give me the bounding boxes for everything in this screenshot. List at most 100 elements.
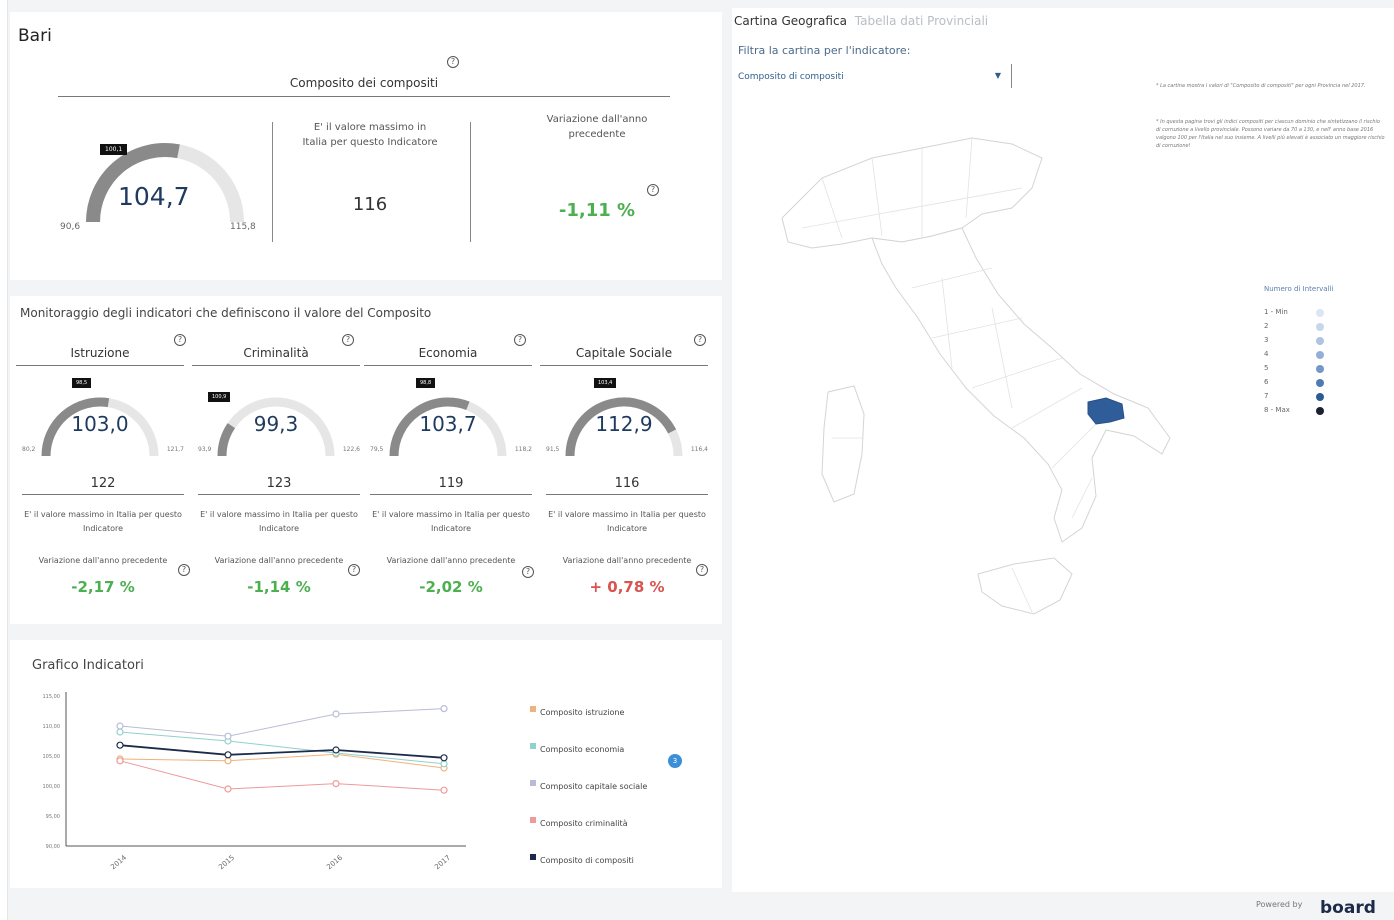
y-tick-label: 95,00 bbox=[46, 814, 60, 820]
interval-swatch bbox=[1316, 309, 1324, 317]
footer-brand-logo: board bbox=[1320, 898, 1376, 918]
variation-value: -2,02 % bbox=[419, 578, 483, 596]
gauge-max: 121,7 bbox=[166, 446, 184, 453]
view-tabs: Cartina Geografica Tabella dati Provinci… bbox=[734, 14, 992, 28]
map-note-1: * La cartina mostra i valori di "Composi… bbox=[1156, 83, 1366, 89]
gauge-value: 103,0 bbox=[71, 412, 129, 436]
gauge-min: 79,5 bbox=[370, 446, 384, 453]
gauge-value: 103,7 bbox=[419, 412, 477, 436]
interval-item: 6 bbox=[1264, 378, 1326, 388]
rank-value: 116 bbox=[352, 194, 388, 215]
legend-label: Composito capitale sociale bbox=[540, 782, 648, 791]
indicator-istruzione: Istruzione ? 98,5 103,0 80,2 121,7 122 E… bbox=[16, 328, 190, 618]
map-peninsula bbox=[871, 227, 1171, 543]
filter-label: Filtra la cartina per l'indicatore: bbox=[738, 44, 911, 57]
intervals-title: Numero di Intervalli bbox=[1264, 285, 1334, 293]
gauge-value: 104,7 bbox=[118, 182, 190, 211]
variation-value: -2,17 % bbox=[71, 578, 135, 596]
max-italy-desc: E' il valore massimo in Italia per quest… bbox=[372, 510, 530, 533]
legend-label: Composito criminalità bbox=[540, 819, 628, 828]
variation-label: Variazione dall'anno precedente bbox=[214, 556, 344, 565]
help-icon[interactable]: ? bbox=[178, 564, 190, 576]
interval-label: 7 bbox=[1264, 392, 1269, 400]
interval-swatch bbox=[1316, 365, 1324, 373]
interval-swatch bbox=[1316, 393, 1324, 401]
x-tick-label: 2014 bbox=[109, 853, 128, 871]
series-point bbox=[116, 757, 124, 765]
series-point bbox=[332, 779, 340, 788]
series-point bbox=[440, 760, 448, 768]
indicator-capitale-sociale: Capitale Sociale ? 103,4 112,9 91,5 116,… bbox=[540, 328, 708, 618]
gauge-min: 91,5 bbox=[546, 446, 560, 453]
gauge-value: 99,3 bbox=[253, 412, 299, 436]
tab-tabella-dati-provinciali[interactable]: Tabella dati Provinciali bbox=[855, 14, 988, 28]
map-sardinia bbox=[821, 385, 865, 503]
interval-label: 5 bbox=[1264, 364, 1269, 372]
variation-value: -1,14 % bbox=[247, 578, 311, 596]
rank-value: 123 bbox=[198, 476, 360, 495]
series-point bbox=[440, 754, 448, 762]
interval-label: 2 bbox=[1264, 322, 1269, 330]
interval-label: 8 - Max bbox=[1264, 406, 1290, 414]
gauge-min: 90,6 bbox=[60, 222, 81, 232]
max-italy-desc: E' il valore massimo in Italia per quest… bbox=[24, 510, 182, 533]
help-icon[interactable]: ? bbox=[348, 564, 360, 576]
interval-item: 8 - Max bbox=[1264, 406, 1326, 416]
legend-swatch bbox=[530, 817, 536, 823]
gauge-max: 122,6 bbox=[342, 446, 360, 453]
y-tick-label: 105,00 bbox=[43, 754, 61, 760]
max-italy-desc: E' il valore massimo in Italia per quest… bbox=[302, 122, 438, 148]
gauge-marker: 98,8 bbox=[416, 378, 436, 388]
interval-item: 7 bbox=[1264, 392, 1326, 402]
interval-label: 6 bbox=[1264, 378, 1269, 386]
variation-label: Variazione dall'anno precedente bbox=[386, 556, 516, 565]
legend-swatch bbox=[530, 780, 536, 786]
italy-map[interactable] bbox=[762, 118, 1182, 678]
series-line bbox=[119, 760, 445, 791]
help-icon[interactable]: ? bbox=[696, 564, 708, 576]
gauge-min: 80,2 bbox=[22, 446, 36, 453]
interval-item: 2 bbox=[1264, 322, 1326, 332]
y-tick-label: 90,00 bbox=[46, 844, 60, 850]
gauge-max: 116,4 bbox=[690, 446, 708, 453]
series-point bbox=[224, 785, 232, 793]
rank-value: 119 bbox=[370, 476, 532, 495]
caret-down-icon: ▼ bbox=[994, 71, 1001, 80]
map-note-2: * In questa pagina trovi gli indici comp… bbox=[1156, 119, 1385, 149]
variation-value: + 0,78 % bbox=[589, 578, 665, 596]
interval-swatch bbox=[1316, 351, 1324, 359]
variation-label: Variazione dall'anno precedente bbox=[562, 556, 692, 565]
indicator-select[interactable]: Composito di compositi ▼ bbox=[736, 64, 1012, 88]
series-point bbox=[116, 722, 124, 730]
indicator-select-value: Composito di compositi bbox=[738, 72, 844, 82]
interval-swatch bbox=[1316, 323, 1324, 331]
legend-label: Composito istruzione bbox=[540, 708, 625, 717]
chart-panel: Grafico Indicatori 115,00 110,00 105,00 100… bbox=[10, 640, 722, 888]
left-edge-bar bbox=[0, 0, 8, 920]
series-line bbox=[119, 708, 445, 737]
series-line bbox=[119, 731, 445, 765]
legend-swatch bbox=[530, 854, 536, 860]
interval-label: 3 bbox=[1264, 336, 1269, 344]
series-point bbox=[440, 705, 448, 713]
help-icon[interactable]: ? bbox=[522, 566, 534, 578]
legend-badge[interactable]: 3 bbox=[668, 754, 682, 768]
monitoring-panel: Monitoraggio degli indicatori che defini… bbox=[10, 296, 722, 624]
composite-panel: Bari ? Composito dei compositi 100,1 104… bbox=[10, 12, 722, 280]
max-italy-desc: E' il valore massimo in Italia per quest… bbox=[200, 510, 358, 533]
gauge-value: 112,9 bbox=[595, 412, 653, 436]
series-point bbox=[224, 732, 232, 740]
variation-label: Variazione dall'anno precedente bbox=[546, 114, 648, 140]
indicator-economia: Economia ? 98,8 103,7 79,5 118,2 119 E' … bbox=[364, 328, 534, 618]
help-icon[interactable]: ? bbox=[647, 184, 659, 196]
series-point bbox=[224, 757, 232, 765]
interval-label: 4 bbox=[1264, 350, 1269, 358]
gauge-marker: 103,4 bbox=[594, 378, 617, 388]
interval-swatch bbox=[1316, 379, 1324, 387]
interval-swatch bbox=[1316, 337, 1324, 345]
variation-value: -1,11 % bbox=[558, 200, 636, 221]
gauge-max: 115,8 bbox=[230, 222, 256, 232]
chart-title: Grafico Indicatori bbox=[32, 658, 144, 673]
legend-label: Composito di compositi bbox=[540, 856, 634, 865]
tab-cartina-geografica[interactable]: Cartina Geografica bbox=[734, 14, 847, 28]
